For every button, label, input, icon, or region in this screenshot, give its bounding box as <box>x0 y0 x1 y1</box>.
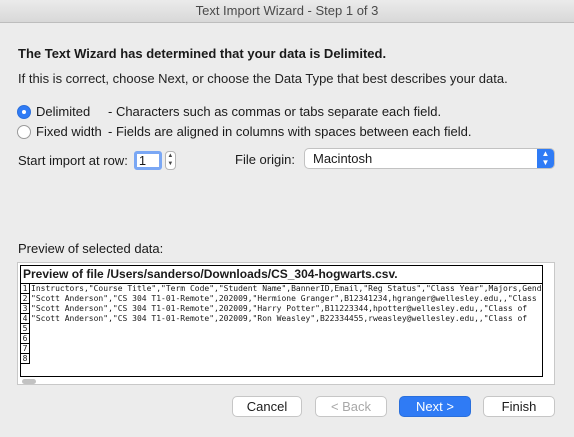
preview-row: 4 "Scott Anderson","CS 304 T1-01-Remote",… <box>21 314 542 324</box>
preview-row: 8 <box>21 354 542 364</box>
fixed-width-option[interactable]: Fixed width - Fields are aligned in colu… <box>17 124 471 139</box>
preview-row: 5 <box>21 324 542 334</box>
stepper-down-icon[interactable]: ▼ <box>166 160 175 168</box>
window-title: Text Import Wizard - Step 1 of 3 <box>0 0 574 23</box>
preview-row: 3 "Scott Anderson","CS 304 T1-01-Remote",… <box>21 304 542 314</box>
next-button[interactable]: Next > <box>399 396 471 417</box>
preview-row-text: "Scott Anderson","CS 304 T1-01-Remote",2… <box>31 304 528 313</box>
fixed-width-radio[interactable] <box>17 124 31 139</box>
stepper-up-icon[interactable]: ▲ <box>166 152 175 160</box>
wizard-subtext: If this is correct, choose Next, or choo… <box>18 71 508 86</box>
updown-chevron-icon: ▲ ▼ <box>537 149 554 168</box>
start-row-group: Start import at row: 1 ▲ ▼ <box>18 151 176 170</box>
preview-horizontal-scrollbar[interactable] <box>20 379 552 384</box>
preview-row-text <box>30 334 31 344</box>
preview-rows: 1 Instructors,"Course Title","Term Code",… <box>21 284 542 364</box>
preview-row-number: 1 <box>21 284 30 294</box>
start-row-input[interactable]: 1 <box>133 151 162 170</box>
back-button[interactable]: < Back <box>315 396 387 417</box>
start-row-stepper[interactable]: ▲ ▼ <box>164 151 176 170</box>
preview-row-number: 3 <box>21 304 30 314</box>
fixed-width-label[interactable]: Fixed width <box>36 124 106 139</box>
preview-row-number: 6 <box>21 334 30 344</box>
preview-row-number: 8 <box>21 354 30 364</box>
delimited-option[interactable]: Delimited - Characters such as commas or… <box>17 104 441 119</box>
cancel-button[interactable]: Cancel <box>232 396 302 417</box>
preview-row-number: 4 <box>21 314 30 324</box>
preview-label: Preview of selected data: <box>18 241 164 256</box>
preview-row-text: Instructors,"Course Title","Term Code","… <box>31 284 542 293</box>
file-origin-value: Macintosh <box>313 151 373 166</box>
preview-panel: Preview of file /Users/sanderso/Download… <box>17 262 555 385</box>
preview-row-text: "Scott Anderson","CS 304 T1-01-Remote",2… <box>31 314 528 323</box>
delimited-radio[interactable] <box>17 104 31 119</box>
preview-row-text: "Scott Anderson","CS 304 T1-01-Remote",2… <box>31 294 537 303</box>
preview-row-text <box>30 324 31 334</box>
preview-row: 7 <box>21 344 542 354</box>
start-row-label: Start import at row: <box>18 153 128 168</box>
delimited-description: - Characters such as commas or tabs sepa… <box>108 104 442 119</box>
wizard-heading: The Text Wizard has determined that your… <box>18 46 387 61</box>
delimited-label[interactable]: Delimited <box>36 104 106 119</box>
preview-row-number: 2 <box>21 294 30 304</box>
preview-content: Preview of file /Users/sanderso/Download… <box>20 265 543 377</box>
preview-row: 1 Instructors,"Course Title","Term Code",… <box>21 284 542 294</box>
file-origin-label: File origin: <box>235 152 295 167</box>
preview-file-title: Preview of file /Users/sanderso/Download… <box>21 266 542 284</box>
preview-row-number: 5 <box>21 324 30 334</box>
file-origin-select[interactable]: Macintosh ▲ ▼ <box>304 148 555 169</box>
preview-row: 2 "Scott Anderson","CS 304 T1-01-Remote",… <box>21 294 542 304</box>
preview-row-text <box>30 354 31 364</box>
fixed-width-description: - Fields are aligned in columns with spa… <box>108 124 472 139</box>
preview-row-number: 7 <box>21 344 30 354</box>
preview-row-text <box>30 344 31 354</box>
finish-button[interactable]: Finish <box>483 396 555 417</box>
scrollbar-thumb[interactable] <box>22 379 36 384</box>
preview-row: 6 <box>21 334 542 344</box>
